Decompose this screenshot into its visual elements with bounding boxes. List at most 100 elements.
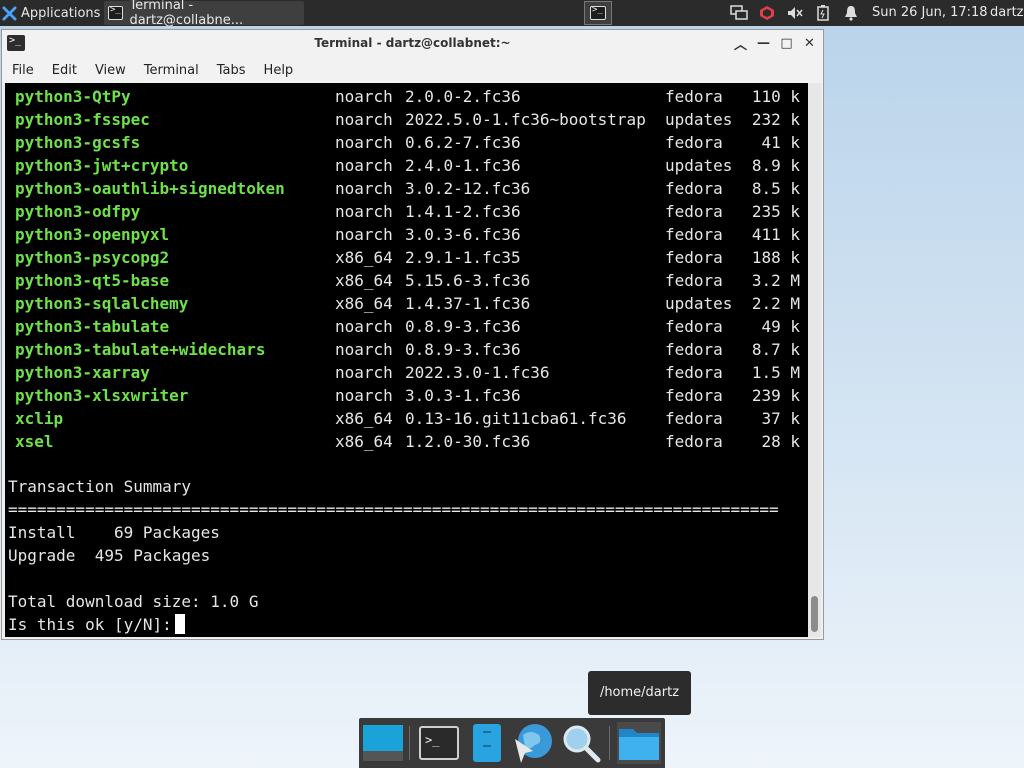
package-arch: noarch (335, 225, 393, 244)
file-manager-icon (473, 724, 501, 762)
package-name: python3-openpyxl (15, 225, 170, 244)
package-version: 0.13-16.git11cba61.fc36 (405, 409, 627, 428)
package-version: 2022.5.0-1.fc36~bootstrap (405, 110, 646, 129)
scrollbar-thumb[interactable] (811, 596, 818, 632)
menu-view[interactable]: View (85, 63, 134, 78)
package-arch: noarch (335, 202, 393, 221)
applications-label[interactable]: Applications (21, 6, 100, 21)
package-size: 2.2 M (751, 294, 800, 313)
package-version: 0.6.2-7.fc36 (405, 133, 521, 152)
show-desktop-button[interactable] (361, 722, 405, 764)
terminal-output[interactable]: python3-QtPy noarch 2.0.0-2.fc36 fedora 110 … (5, 83, 808, 637)
package-size: 37 k (761, 409, 800, 428)
package-arch: noarch (335, 133, 393, 152)
maximize-window-icon[interactable]: □ (779, 36, 794, 51)
package-row: python3-QtPy noarch 2.0.0-2.fc36 fedora 110 … (5, 85, 808, 108)
volume-muted-icon[interactable] (786, 4, 804, 22)
applications-menu[interactable]: Applications ☰ (2, 0, 114, 26)
package-repo: fedora (665, 87, 723, 106)
summary-separator: ========================================… (8, 500, 779, 519)
dock-file-manager-button[interactable] (465, 722, 509, 764)
show-desktop-icon (363, 725, 403, 761)
package-size: 49 k (761, 317, 800, 336)
package-row: python3-tabulate+widechars noarch 0.8.9-3.… (5, 338, 808, 361)
close-window-icon[interactable]: ✕ (802, 36, 817, 51)
package-arch: noarch (335, 386, 393, 405)
package-name: python3-tabulate (15, 317, 170, 336)
workspace-terminal-icon (590, 5, 606, 20)
package-arch: noarch (335, 110, 393, 129)
network-icon[interactable] (730, 4, 748, 22)
text-cursor (174, 614, 185, 634)
package-arch: x86_64 (335, 271, 393, 290)
package-version: 3.0.3-6.fc36 (405, 225, 521, 244)
terminal-scrollbar[interactable] (808, 83, 821, 637)
minimize-window-icon[interactable]: — (756, 36, 771, 51)
taskbar-terminal-button[interactable]: Terminal - dartz@collabne... (104, 0, 304, 28)
package-updates-icon[interactable] (758, 4, 776, 22)
package-size: 411 k (751, 225, 800, 244)
package-repo: fedora (665, 202, 723, 221)
workspace-switcher[interactable] (584, 1, 612, 25)
package-row: python3-fsspec noarch 2022.5.0-1.fc36~boot… (5, 108, 808, 131)
package-name: python3-tabulate+widechars (15, 340, 266, 359)
package-row: python3-jwt+crypto noarch 2.4.0-1.fc36 upda… (5, 154, 808, 177)
window-titlebar[interactable]: Terminal - dartz@collabnet:~ ︿ — □ ✕ (2, 30, 823, 57)
package-version: 0.8.9-3.fc36 (405, 317, 521, 336)
package-name: xsel (15, 432, 54, 451)
package-size: 3.2 M (751, 271, 800, 290)
shade-window-icon[interactable]: ︿ (733, 34, 748, 53)
package-version: 2.9.1-1.fc35 (405, 248, 521, 267)
dock-terminal-button[interactable]: >_ (417, 722, 461, 764)
package-version: 1.4.1-2.fc36 (405, 202, 521, 221)
package-arch: noarch (335, 317, 393, 336)
package-row: python3-openpyxl noarch 3.0.3-6.fc36 fedora… (5, 223, 808, 246)
confirm-prompt-line[interactable]: Is this ok [y/N]: (8, 613, 185, 636)
menu-help[interactable]: Help (254, 63, 302, 78)
summary-title: Transaction Summary (8, 477, 192, 496)
package-row: xclip x86_64 0.13-16.git11cba61.fc36 fedora… (5, 407, 808, 430)
package-row: python3-qt5-base x86_64 5.15.6-3.fc36 fedor… (5, 269, 808, 292)
package-row: python3-tabulate noarch 0.8.9-3.fc36 fedora… (5, 315, 808, 338)
package-size: 232 k (751, 110, 800, 129)
notifications-bell-icon[interactable] (842, 4, 860, 22)
package-arch: x86_64 (335, 294, 393, 313)
package-row: xsel x86_64 1.2.0-30.fc36 fedora 28 k (5, 430, 808, 453)
package-size: 8.9 k (751, 156, 800, 175)
menu-terminal[interactable]: Terminal (134, 63, 207, 78)
package-version: 0.8.9-3.fc36 (405, 340, 521, 359)
package-version: 2.4.0-1.fc36 (405, 156, 521, 175)
folder-icon (619, 729, 659, 760)
menu-file[interactable]: File (2, 63, 42, 78)
dock-home-folder-button[interactable] (617, 722, 661, 764)
package-arch: x86_64 (335, 432, 393, 451)
package-version: 3.0.3-1.fc36 (405, 386, 521, 405)
terminal-launcher-icon: >_ (419, 726, 459, 760)
package-arch: noarch (335, 363, 393, 382)
menu-edit[interactable]: Edit (42, 63, 85, 78)
svg-text:>_: >_ (425, 733, 440, 747)
panel-clock[interactable]: Sun 26 Jun, 17:18 (872, 0, 988, 26)
package-version: 5.15.6-3.fc36 (405, 271, 531, 290)
package-row: python3-psycopg2 x86_64 2.9.1-1.fc35 fedora… (5, 246, 808, 269)
package-repo: fedora (665, 409, 723, 428)
package-name: python3-fsspec (15, 110, 150, 129)
battery-icon[interactable] (814, 4, 832, 22)
magnifier-search-icon (563, 725, 601, 763)
package-row: python3-odfpy noarch 1.4.1-2.fc36 fedora 235… (5, 200, 808, 223)
package-repo: fedora (665, 271, 723, 290)
package-repo: fedora (665, 432, 723, 451)
package-name: python3-qt5-base (15, 271, 170, 290)
package-name: python3-jwt+crypto (15, 156, 189, 175)
package-repo: fedora (665, 133, 723, 152)
package-name: xclip (15, 409, 64, 428)
dock-app-finder-button[interactable] (559, 722, 603, 764)
dock-web-browser-button[interactable] (511, 722, 555, 764)
install-count: Install 69 Packages (8, 523, 220, 542)
package-version: 3.0.2-12.fc36 (405, 179, 531, 198)
panel-user-menu[interactable]: dartz (990, 0, 1023, 26)
package-size: 110 k (751, 87, 800, 106)
menu-tabs[interactable]: Tabs (207, 63, 254, 78)
xfce-logo-icon (2, 5, 17, 21)
package-repo: updates (665, 110, 733, 129)
